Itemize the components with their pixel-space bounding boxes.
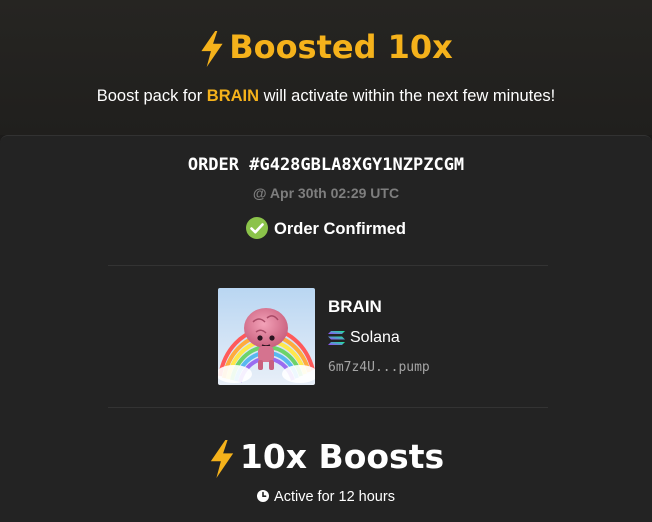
- lightning-bolt-icon: [201, 31, 223, 67]
- token-address[interactable]: 6m7z4U...pump: [328, 359, 430, 377]
- token-image: [218, 288, 315, 385]
- title-text: Boosted 10x: [229, 28, 453, 66]
- subtitle-suffix: will activate within the next few minute…: [263, 87, 556, 105]
- order-status: Order Confirmed: [0, 217, 652, 241]
- page-subtitle: Boost pack for BRAIN will activate withi…: [0, 84, 652, 108]
- order-timestamp: @ Apr 30th 02:29 UTC: [252, 185, 400, 201]
- subtitle-token-symbol: BRAIN: [206, 87, 260, 105]
- solana-logo-icon: [328, 331, 345, 345]
- boost-duration-label: Active for 12 hours: [274, 489, 395, 505]
- divider-top: [108, 265, 548, 266]
- lightning-bolt-icon: [210, 439, 234, 478]
- order-id: ORDER #G428GBLA8XGY1NZPZCGM: [187, 155, 465, 175]
- divider-bottom: [108, 407, 548, 408]
- boost-duration: Active for 12 hours: [0, 486, 652, 508]
- order-status-label: Order Confirmed: [273, 220, 407, 238]
- token-name: BRAIN: [328, 297, 382, 316]
- boost-count: 10x Boosts: [0, 432, 652, 482]
- page-title: Boosted 10x: [0, 22, 652, 72]
- chain-name: Solana: [350, 329, 400, 346]
- boost-count-label: 10x Boosts: [239, 437, 445, 476]
- subtitle-prefix: Boost pack for: [96, 87, 203, 105]
- check-circle-icon: [245, 217, 268, 240]
- clock-icon: [257, 489, 270, 502]
- chain-info: Solana: [328, 327, 400, 349]
